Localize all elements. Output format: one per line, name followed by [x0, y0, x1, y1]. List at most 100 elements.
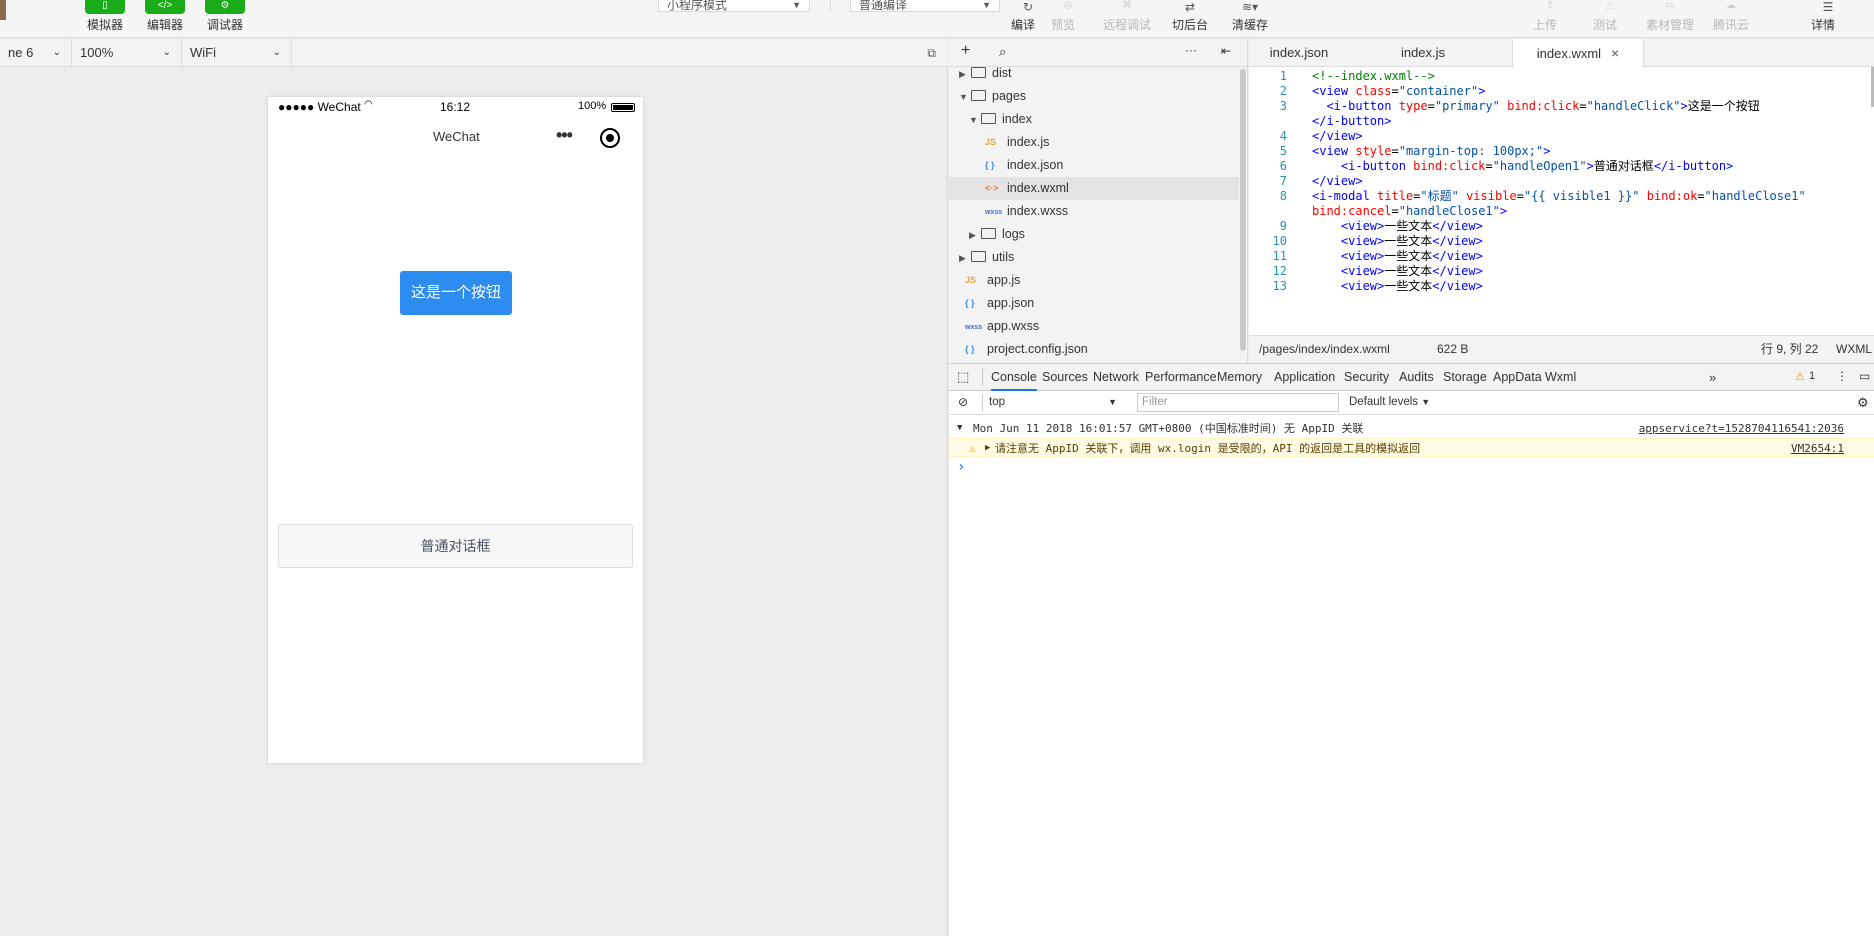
tree-item-index-wxss[interactable]: wxss index.wxss [949, 200, 1239, 223]
inspect-icon[interactable]: ⬚ [957, 369, 969, 385]
triangle-right-icon[interactable]: ▶ [959, 247, 971, 270]
console-warning[interactable]: ⚠ ▶ 请注意无 AppID 关联下，调用 wx.login 是受限的，API … [949, 438, 1874, 457]
code-token: <view [1312, 84, 1356, 98]
tree-item-label: index.js [1007, 135, 1050, 149]
more-icon[interactable]: ••• [556, 125, 573, 146]
device-select[interactable]: ne 6 ⌄ [0, 39, 72, 66]
devtools-tab-appdata[interactable]: AppData [1493, 364, 1542, 391]
preview-button[interactable]: ◎ 预览 [1048, 0, 1078, 36]
tree-item-project-config-json[interactable]: { } project.config.json [949, 338, 1239, 361]
code-token: class [1355, 84, 1392, 98]
test-button[interactable]: △ 测试 [1590, 0, 1620, 36]
code-area[interactable]: 1 <!--index.wxml--> 2 <view class="containe… [1249, 67, 1874, 335]
tree-item-index-wxml[interactable]: <·> index.wxml [949, 177, 1239, 200]
devtools-tab-performance[interactable]: Performance [1145, 364, 1217, 391]
mode-select[interactable]: 小程序模式 ▼ [658, 0, 810, 12]
compile-select[interactable]: 普通编译 ▼ [850, 0, 1000, 12]
devtools-tab-memory[interactable]: Memory [1217, 364, 1262, 391]
tab-index-json[interactable]: index.json [1249, 39, 1349, 67]
triangle-right-icon: ▶ [985, 443, 991, 453]
editor-button[interactable]: </> 编辑器 [145, 0, 185, 36]
debugger-button[interactable]: ⚙ 调试器 [205, 0, 245, 36]
assets-button[interactable]: ▭ 素材管理 [1644, 0, 1696, 36]
devtools-tab-application[interactable]: Application [1274, 364, 1335, 391]
phone-icon: ▯ [85, 0, 125, 14]
menu-icon: ☰ [1822, 0, 1834, 14]
triangle-right-icon[interactable]: ▶ [959, 63, 971, 86]
devtools-tab-sources[interactable]: Sources [1042, 364, 1088, 391]
tree-item-index[interactable]: ▼ index [949, 108, 1239, 131]
gear-icon[interactable]: ⚙ [1857, 395, 1869, 411]
code-line: 13 <view>一些文本</view> [1249, 277, 1874, 295]
more-icon[interactable]: ··· [1185, 43, 1197, 57]
avatar[interactable] [0, 0, 6, 20]
tree-item-app-js[interactable]: JS app.js [949, 269, 1239, 292]
network-select[interactable]: WiFi ⌄ [182, 39, 292, 66]
kebab-menu-icon[interactable]: ⋮ [1836, 369, 1848, 383]
search-icon[interactable]: ⌕ [999, 44, 1006, 60]
tree-item-logs[interactable]: ▶ logs [949, 223, 1239, 246]
tree-item-app-wxss[interactable]: wxss app.wxss [949, 315, 1239, 338]
close-capsule-icon[interactable] [600, 128, 620, 148]
triangle-down-icon[interactable]: ▼ [959, 86, 971, 109]
file-tree-scrollbar[interactable] [1240, 69, 1246, 351]
log-levels-select[interactable]: Default levels ▼ [1349, 391, 1430, 414]
source-link[interactable]: appservice?t=1528704116541:2036 [1639, 419, 1844, 438]
details-button[interactable]: ☰ 详情 [1808, 0, 1838, 36]
code-token: <!--index.wxml--> [1312, 69, 1435, 83]
devtools-tab-audits[interactable]: Audits [1399, 364, 1434, 391]
triangle-right-icon[interactable]: ▶ [969, 224, 981, 247]
tree-item-utils[interactable]: ▶ utils [949, 246, 1239, 269]
filter-input[interactable]: Filter [1137, 393, 1339, 412]
js-file-icon: JS [965, 275, 977, 285]
tab-index-js[interactable]: index.js [1373, 39, 1473, 67]
remote-debug-button[interactable]: ⌘ 远程调试 [1100, 0, 1154, 36]
tree-item-index-json[interactable]: { } index.json [949, 154, 1239, 177]
code-token: bind:ok [1646, 189, 1698, 203]
js-file-icon: JS [985, 137, 997, 147]
tree-item-index-js[interactable]: JS index.js [949, 131, 1239, 154]
simulator-button[interactable]: ▯ 模拟器 [85, 0, 125, 36]
upload-button[interactable]: ⇧ 上传 [1530, 0, 1560, 36]
source-link[interactable]: VM2654:1 [1791, 439, 1844, 458]
detach-window-icon[interactable]: ⧉ [927, 46, 936, 61]
dock-icon[interactable]: ▭ [1859, 369, 1870, 383]
phone-status-bar: ●●●●● WeChat ◠ 16:12 100% [268, 97, 643, 117]
context-select[interactable]: top ▼ [989, 391, 1125, 414]
compile-button[interactable]: ↻ 编译 [1008, 0, 1038, 36]
tree-item-pages[interactable]: ▼ pages [949, 85, 1239, 108]
simulator-area: ●●●●● WeChat ◠ 16:12 100% WeChat ••• 这是一… [0, 67, 948, 936]
devtools-tab-storage[interactable]: Storage [1443, 364, 1487, 391]
tree-item-dist[interactable]: ▶ dist [949, 62, 1239, 85]
console-group-header[interactable]: ▼ Mon Jun 11 2018 16:01:57 GMT+0800 (中国标… [949, 419, 1874, 438]
more-tabs-button[interactable]: » [1709, 364, 1716, 391]
background-button[interactable]: ⇄ 切后台 [1170, 0, 1210, 36]
console-prompt[interactable]: › [949, 458, 1874, 477]
triangle-down-icon[interactable]: ▼ [969, 109, 981, 132]
code-token: bind:cancel [1312, 204, 1392, 218]
warning-icon[interactable]: ⚠ [1795, 370, 1805, 383]
add-icon[interactable]: + [961, 42, 970, 60]
tab-index-wxml[interactable]: index.wxml × [1512, 39, 1644, 68]
warning-count: 1 [1809, 370, 1816, 382]
tree-item-label: app.json [987, 296, 1035, 310]
close-icon[interactable]: × [1611, 45, 1619, 61]
code-token: visible [1466, 189, 1517, 203]
open-dialog-button[interactable]: 普通对话框 [278, 524, 633, 568]
wxss-file-icon: wxss [985, 209, 1003, 216]
devtools-tab-network[interactable]: Network [1093, 364, 1139, 391]
language-mode[interactable]: WXML [1836, 336, 1872, 362]
divider [830, 0, 831, 12]
primary-button[interactable]: 这是一个按钮 [400, 271, 512, 315]
code-token: "margin-top: 100px;" [1398, 144, 1544, 158]
tencent-cloud-button[interactable]: ☁ 腾讯云 [1710, 0, 1752, 36]
clear-console-icon[interactable]: ⊘ [958, 395, 968, 409]
devtools-tab-security[interactable]: Security [1344, 364, 1389, 391]
devtools-tab-console[interactable]: Console [991, 364, 1037, 391]
devtools-tab-wxml[interactable]: Wxml [1545, 364, 1576, 391]
collapse-panel-icon[interactable]: ⇤ [1221, 44, 1231, 58]
tree-item-app-json[interactable]: { } app.json [949, 292, 1239, 315]
clear-cache-button[interactable]: ≋▾ 清缓存 [1230, 0, 1270, 36]
zoom-select[interactable]: 100% ⌄ [72, 39, 182, 66]
